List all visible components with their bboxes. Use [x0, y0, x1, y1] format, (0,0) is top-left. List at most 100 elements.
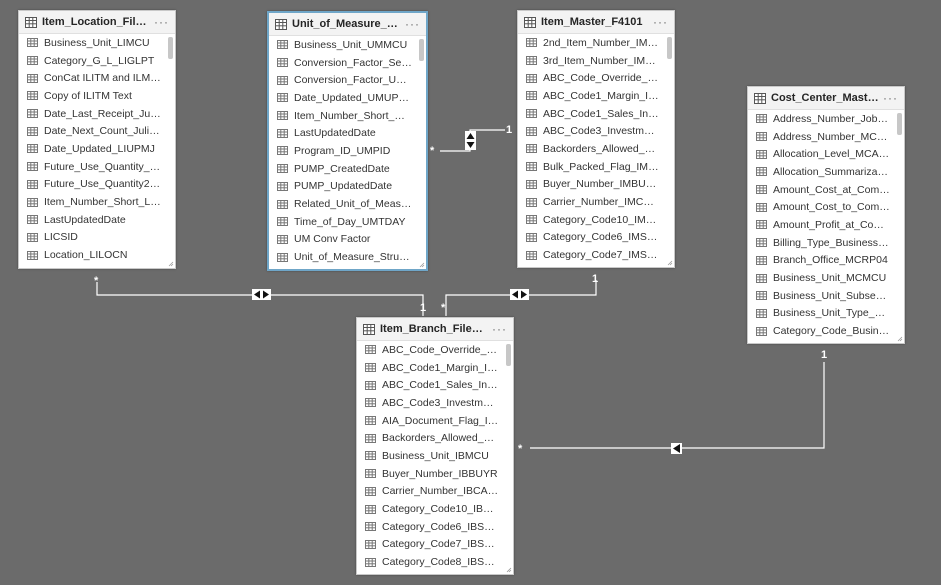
resize-grip-icon[interactable]: [419, 262, 425, 268]
column-row[interactable]: ABC_Code3_Investment_I...: [518, 122, 674, 140]
column-row[interactable]: 2nd_Item_Number_IMLITM: [518, 34, 674, 52]
column-row[interactable]: Time_of_Day_UMTDAY: [269, 213, 426, 231]
column-row[interactable]: Address_Number_Job_A...: [748, 110, 904, 128]
more-options-icon[interactable]: ···: [154, 15, 169, 29]
table-header[interactable]: Cost_Center_Master_... ···: [748, 87, 904, 110]
column-name: Category_Code7_IMSRP7: [543, 249, 668, 262]
column-row[interactable]: Amount_Profit_at_Compl...: [748, 216, 904, 234]
scrollbar-thumb[interactable]: [419, 39, 424, 61]
more-options-icon[interactable]: ···: [405, 17, 420, 31]
column-row[interactable]: Billing_Type_Business_Uni...: [748, 234, 904, 252]
column-row[interactable]: Related_Unit_of_Measure...: [269, 195, 426, 213]
column-row[interactable]: Unit_of_Measure_Structur...: [269, 248, 426, 266]
column-row[interactable]: Allocation_Level_MCALCL: [748, 145, 904, 163]
column-row[interactable]: Conversion_Factor_UMC...: [269, 71, 426, 89]
column-name: Backorders_Allowed_Yor...: [543, 142, 669, 155]
table-card-item-master[interactable]: Item_Master_F4101 ··· 2nd_Item_Number_IMLI…: [517, 10, 675, 268]
column-list[interactable]: Business_Unit_LIMCU Category_G_L_LIGLPT Co…: [19, 34, 175, 264]
column-row[interactable]: Category_Code6_IMSRP6: [518, 229, 674, 247]
column-row[interactable]: LICSID: [19, 229, 175, 247]
column-row[interactable]: Future_Use_Quantity_LIQ...: [19, 158, 175, 176]
column-row[interactable]: ABC_Code3_Investment_I...: [357, 394, 513, 412]
column-list[interactable]: ABC_Code_Override_Indi... ABC_Code1_Margi…: [357, 341, 513, 571]
column-row[interactable]: LastUpdatedDate: [19, 211, 175, 229]
column-row[interactable]: Bulk_Packed_Flag_IMBPFG: [518, 158, 674, 176]
column-name: Billing_Type_Business_Uni...: [773, 236, 904, 249]
column-list[interactable]: Address_Number_Job_A... Address_Number_MC…: [748, 110, 904, 340]
column-row[interactable]: Branch_Office_MCRP04: [748, 252, 904, 270]
more-options-icon[interactable]: ···: [492, 322, 507, 336]
table-header[interactable]: Item_Branch_File_F4... ···: [357, 318, 513, 341]
column-row[interactable]: Date_Updated_LIUPMJ: [19, 140, 175, 158]
column-row[interactable]: Business_Unit_MCMCU: [748, 269, 904, 287]
scrollbar-thumb[interactable]: [506, 344, 511, 366]
column-row[interactable]: Item_Number_Short_UMI...: [269, 107, 426, 125]
column-list[interactable]: 2nd_Item_Number_IMLITM 3rd_Item_Number_IM…: [518, 34, 674, 264]
resize-grip-icon[interactable]: [506, 567, 512, 573]
column-row[interactable]: Date_Updated_UMUPMJ: [269, 89, 426, 107]
column-row[interactable]: Amount_Cost_to_Comple...: [748, 198, 904, 216]
column-row[interactable]: Business_Unit_UMMCU: [269, 36, 426, 54]
column-row[interactable]: Backorders_Allowed_Y_N...: [357, 429, 513, 447]
column-row[interactable]: Carrier_Number_IBCARS: [357, 483, 513, 501]
table-header[interactable]: Unit_of_Measure_Co... ···: [269, 13, 426, 36]
table-header[interactable]: Item_Master_F4101 ···: [518, 11, 674, 34]
column-row[interactable]: Category_Code7_IMSRP7: [518, 246, 674, 264]
resize-grip-icon[interactable]: [667, 260, 673, 266]
column-row[interactable]: Category_Code_Business_...: [748, 322, 904, 340]
column-row[interactable]: Copy of ILITM Text: [19, 87, 175, 105]
column-list[interactable]: Business_Unit_UMMCU Conversion_Factor_Sec…: [269, 36, 426, 266]
column-row[interactable]: ABC_Code_Override_Indi...: [518, 69, 674, 87]
table-card-item-location[interactable]: Item_Location_File_F... ··· Business_Unit_…: [18, 10, 176, 269]
column-row[interactable]: Category_Code7_IBSRP7: [357, 536, 513, 554]
column-row[interactable]: Item_Number_Short_LIITM: [19, 193, 175, 211]
table-card-unit-of-measure[interactable]: Unit_of_Measure_Co... ··· Business_Unit_UM…: [267, 11, 428, 271]
column-row[interactable]: ABC_Code1_Margin_Inve...: [357, 359, 513, 377]
column-row[interactable]: Future_Use_Quantity2_Li...: [19, 176, 175, 194]
column-row[interactable]: AIA_Document_Flag_IBFU...: [357, 412, 513, 430]
column-row[interactable]: ConCat ILITM and ILMCU: [19, 69, 175, 87]
column-row[interactable]: LastUpdatedDate: [269, 124, 426, 142]
column-row[interactable]: Category_Code10_IBSRP0: [357, 500, 513, 518]
column-row[interactable]: Business_Unit_Type_MCS...: [748, 305, 904, 323]
column-row[interactable]: Allocation_Summarizatio...: [748, 163, 904, 181]
column-row[interactable]: Amount_Cost_at_Comple...: [748, 181, 904, 199]
column-row[interactable]: Category_G_L_LIGLPT: [19, 52, 175, 70]
column-row[interactable]: Category_Code8_IBSRP8: [357, 553, 513, 571]
column-row[interactable]: Business_Unit_IBMCU: [357, 447, 513, 465]
column-row[interactable]: Backorders_Allowed_Yor...: [518, 140, 674, 158]
column-row[interactable]: ABC_Code1_Sales_Invent...: [518, 105, 674, 123]
column-icon: [27, 38, 44, 48]
column-row[interactable]: PUMP_UpdatedDate: [269, 178, 426, 196]
column-row[interactable]: Address_Number_MCAN8: [748, 128, 904, 146]
column-row[interactable]: Category_Code10_IMSRP0: [518, 211, 674, 229]
column-row[interactable]: Conversion_Factor_Secon...: [269, 54, 426, 72]
column-row[interactable]: Date_Next_Count_Julian_...: [19, 122, 175, 140]
table-card-cost-center-master[interactable]: Cost_Center_Master_... ··· Address_Number_…: [747, 86, 905, 344]
more-options-icon[interactable]: ···: [883, 91, 898, 105]
column-row[interactable]: Date_Last_Receipt_Julian_...: [19, 105, 175, 123]
column-row[interactable]: PUMP_CreatedDate: [269, 160, 426, 178]
column-row[interactable]: Buyer_Number_IBBUYR: [357, 465, 513, 483]
table-header[interactable]: Item_Location_File_F... ···: [19, 11, 175, 34]
column-row[interactable]: ABC_Code1_Margin_Inve...: [518, 87, 674, 105]
column-row[interactable]: Business_Unit_Subsequen...: [748, 287, 904, 305]
column-row[interactable]: Business_Unit_LIMCU: [19, 34, 175, 52]
more-options-icon[interactable]: ···: [653, 15, 668, 29]
scrollbar-thumb[interactable]: [897, 113, 902, 135]
column-row[interactable]: 3rd_Item_Number_IMAITM: [518, 52, 674, 70]
column-row[interactable]: ABC_Code1_Sales_Invent...: [357, 376, 513, 394]
column-row[interactable]: ABC_Code_Override_Indi...: [357, 341, 513, 359]
column-row[interactable]: Location_LILOCN: [19, 246, 175, 264]
cardinality-one: 1: [592, 273, 599, 285]
resize-grip-icon[interactable]: [168, 261, 174, 267]
table-card-item-branch[interactable]: Item_Branch_File_F4... ··· ABC_Code_Overri…: [356, 317, 514, 575]
scrollbar-thumb[interactable]: [667, 37, 672, 59]
resize-grip-icon[interactable]: [897, 336, 903, 342]
column-row[interactable]: Carrier_Number_IMCARS: [518, 193, 674, 211]
column-row[interactable]: UM Conv Factor: [269, 231, 426, 249]
column-row[interactable]: Buyer_Number_IMBUYR: [518, 176, 674, 194]
scrollbar-thumb[interactable]: [168, 37, 173, 59]
column-row[interactable]: Category_Code6_IBSRP6: [357, 518, 513, 536]
column-row[interactable]: Program_ID_UMPID: [269, 142, 426, 160]
